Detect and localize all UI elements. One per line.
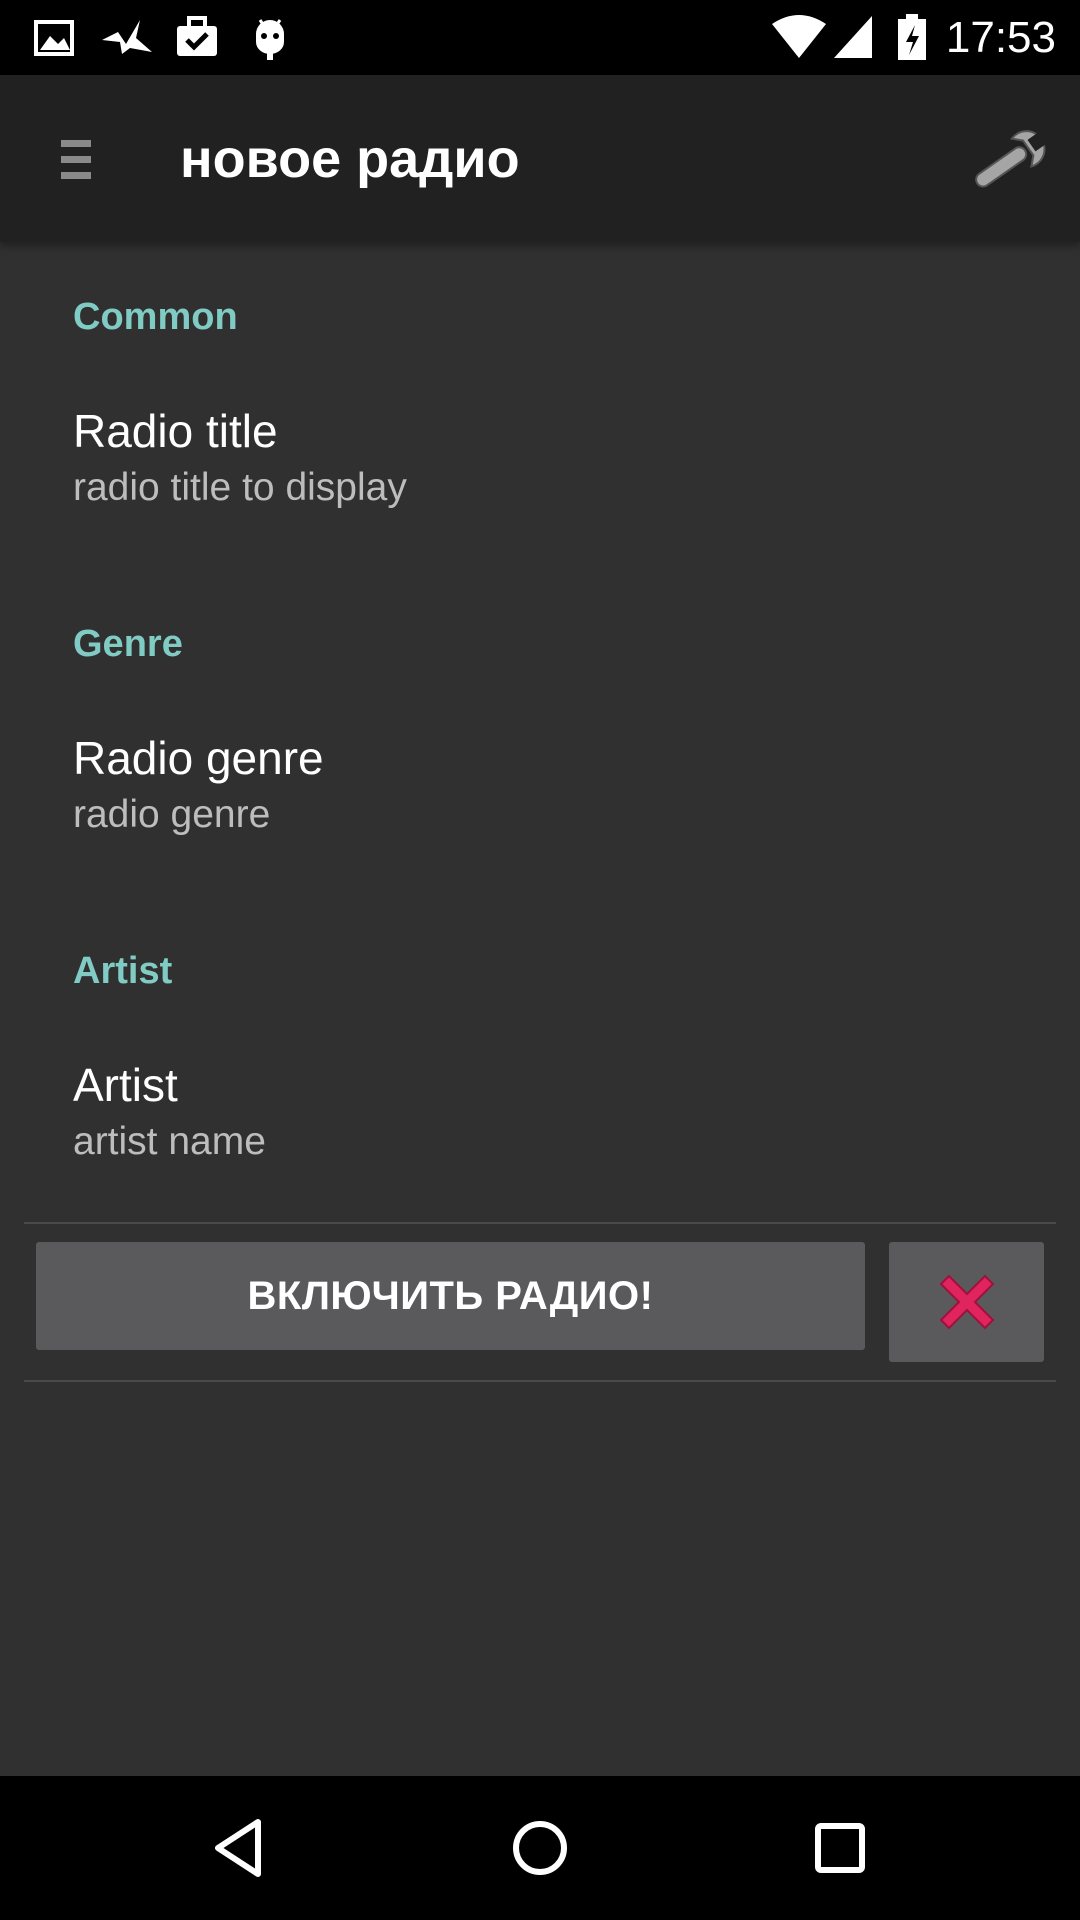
pref-title: Radio title [73,405,278,457]
wifi-icon [772,15,826,58]
pref-artist[interactable]: Artist artist name [0,1058,1080,1208]
app-bar: новое радио [0,75,1080,242]
home-circle-icon[interactable] [500,1808,580,1888]
pref-summary: radio genre [73,793,271,836]
wrench-icon[interactable] [966,115,1056,205]
hamburger-menu-icon-bar [61,171,91,179]
play-radio-button[interactable]: ВКЛЮЧИТЬ РАДИО! [36,1242,865,1350]
page-title: новое радио [180,129,520,189]
section-header-genre: Genre [73,623,183,665]
navigation-bar [0,1776,1080,1920]
section-header-artist: Artist [73,950,173,992]
divider-top [24,1222,1056,1224]
hamburger-menu-icon [61,139,91,147]
divider-bottom [24,1380,1056,1382]
back-triangle-icon[interactable] [200,1808,280,1888]
pref-summary: artist name [73,1120,266,1163]
status-bar: 17:53 [0,0,1080,75]
pref-summary: radio title to display [73,466,407,509]
cell-signal-icon [834,16,872,58]
recents-square-icon[interactable] [800,1808,880,1888]
battery-charging-icon [898,14,926,60]
bird-icon [102,20,152,54]
hamburger-menu-icon-bar [61,155,91,163]
status-clock: 17:53 [945,13,1056,62]
image-icon [34,20,74,56]
pref-title: Radio genre [73,732,324,784]
android-icon [256,19,284,60]
pref-radio-genre[interactable]: Radio genre radio genre [0,731,1080,881]
briefcase-check-icon [177,16,217,56]
section-header-common: Common [73,296,238,338]
pref-radio-title[interactable]: Radio title radio title to display [0,404,1080,554]
pref-title: Artist [73,1059,178,1111]
close-x-icon [939,1274,994,1330]
menu-button[interactable] [40,123,112,195]
close-button[interactable] [889,1242,1044,1362]
